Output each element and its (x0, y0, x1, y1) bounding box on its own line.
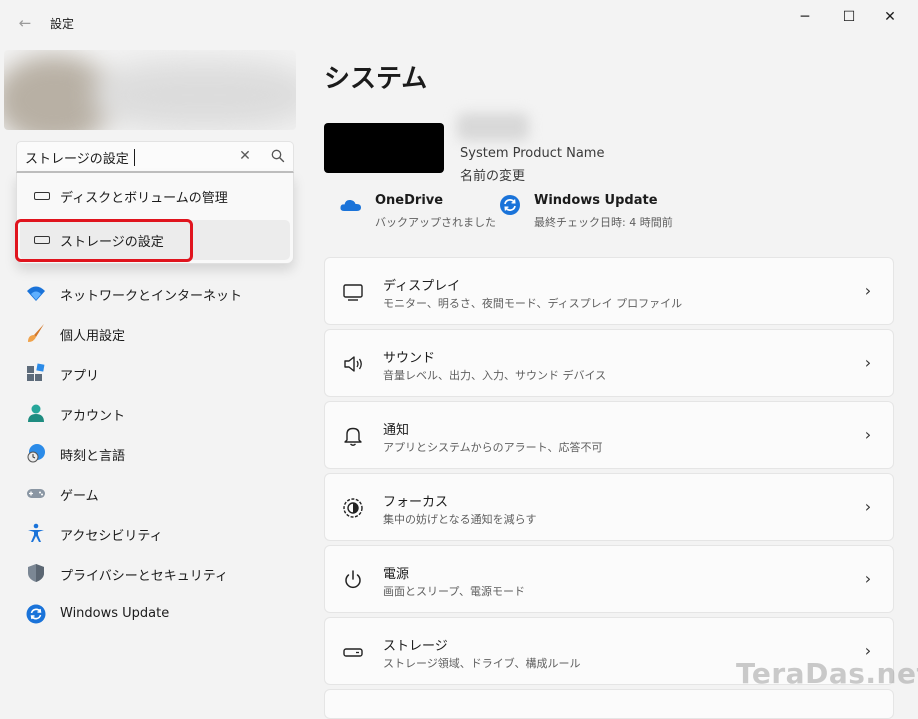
chevron-right-icon: › (864, 353, 872, 372)
clear-search-icon[interactable]: ✕ (236, 147, 254, 165)
sidebar-item-label: 個人用設定 (60, 329, 126, 344)
card-subtitle: ストレージ領域、ドライブ、構成ルール (383, 657, 581, 670)
windows-update-status[interactable]: Windows Update 最終チェック日時: 4 時間前 (498, 191, 688, 231)
window-title: 設定 (50, 17, 75, 31)
text-caret (134, 149, 135, 166)
sidebar-item-label: ネットワークとインターネット (60, 289, 243, 304)
settings-card-display[interactable]: ディスプレイ モニター、明るさ、夜間モード、ディスプレイ プロファイル › (324, 257, 894, 325)
search-icon[interactable] (270, 148, 286, 164)
sidebar-item-accessibility[interactable]: アクセシビリティ (16, 515, 294, 551)
card-title: ストレージ (383, 639, 448, 654)
card-title: ディスプレイ (383, 279, 461, 294)
globe-clock-icon (27, 444, 45, 463)
sidebar-item-windows-update[interactable]: Windows Update (16, 596, 294, 632)
sidebar-item-label: アクセシビリティ (60, 529, 163, 544)
card-subtitle: モニター、明るさ、夜間モード、ディスプレイ プロファイル (383, 297, 683, 310)
sidebar-item-gaming[interactable]: ゲーム (16, 475, 294, 511)
sidebar-item-label: アプリ (60, 369, 100, 384)
storage-icon (343, 648, 363, 657)
maximize-button[interactable]: ☐ (829, 6, 869, 28)
sidebar-item-personalization[interactable]: 個人用設定 (16, 315, 294, 351)
update-icon (500, 195, 520, 215)
accessibility-icon (28, 523, 44, 542)
gamepad-icon (27, 489, 45, 498)
card-subtitle: 集中の妨げとなる通知を減らす (383, 513, 537, 526)
sidebar-item-network[interactable]: ネットワークとインターネット (16, 275, 294, 311)
brush-icon (28, 324, 44, 342)
device-name-blurred (457, 113, 529, 141)
device-image (324, 123, 444, 173)
status-title: OneDrive (375, 193, 444, 208)
sidebar-item-privacy[interactable]: プライバシーとセキュリティ (16, 555, 294, 591)
card-subtitle: 音量レベル、出力、入力、サウンド デバイス (383, 369, 607, 382)
close-button[interactable]: ✕ (870, 6, 910, 28)
status-title: Windows Update (534, 193, 658, 208)
minimize-button[interactable]: ─ (785, 6, 825, 28)
status-subtitle: 最終チェック日時: 4 時間前 (534, 216, 673, 229)
chevron-right-icon: › (864, 569, 872, 588)
chevron-right-icon: › (864, 281, 872, 300)
suggestion-label: ディスクとボリュームの管理 (60, 191, 228, 206)
back-arrow-icon[interactable]: ← (14, 12, 36, 34)
device-product-name: System Product Name (460, 146, 605, 161)
settings-card-partial[interactable] (324, 689, 894, 719)
update-icon (26, 604, 46, 624)
profile-info-blurred (94, 60, 296, 130)
sidebar-item-accounts[interactable]: アカウント (16, 395, 294, 431)
bell-icon (344, 427, 362, 446)
settings-card-focus[interactable]: フォーカス 集中の妨げとなる通知を減らす › (324, 473, 894, 541)
onedrive-status[interactable]: OneDrive バックアップされました (339, 191, 496, 231)
sidebar-item-label: ゲーム (60, 489, 99, 504)
sidebar-item-apps[interactable]: アプリ (16, 355, 294, 391)
settings-card-sound[interactable]: サウンド 音量レベル、出力、入力、サウンド デバイス › (324, 329, 894, 397)
card-title: 通知 (383, 423, 410, 438)
settings-search-box[interactable]: ✕ (16, 141, 294, 173)
rename-link[interactable]: 名前の変更 (460, 165, 525, 184)
shield-icon (28, 564, 44, 582)
card-title: サウンド (383, 351, 436, 366)
chevron-right-icon: › (864, 497, 872, 516)
settings-card-power[interactable]: 電源 画面とスリープ、電源モード › (324, 545, 894, 613)
apps-icon (27, 363, 45, 381)
card-subtitle: アプリとシステムからのアラート、応答不可 (383, 441, 603, 454)
highlight-annotation-box (15, 219, 193, 262)
wifi-icon (27, 286, 45, 301)
title-bar: ← 設定 ─ ☐ ✕ (0, 0, 918, 46)
cloud-icon (340, 199, 361, 211)
suggestion-item-disk-management[interactable]: ディスクとボリュームの管理 (20, 176, 290, 216)
search-input[interactable] (25, 147, 225, 167)
page-title: システム (324, 64, 428, 94)
user-profile-blurred[interactable] (4, 50, 296, 130)
sidebar-item-label: 時刻と言語 (60, 449, 126, 464)
monitor-icon (343, 284, 363, 301)
person-icon (28, 404, 44, 422)
watermark: TeraDas.net (736, 657, 918, 690)
card-subtitle: 画面とスリープ、電源モード (383, 585, 526, 598)
power-icon (345, 570, 361, 589)
status-subtitle: バックアップされました (375, 216, 496, 229)
focus-icon (343, 498, 363, 518)
sidebar-item-time-language[interactable]: 時刻と言語 (16, 435, 294, 471)
chevron-right-icon: › (864, 425, 872, 444)
storage-icon (34, 192, 50, 200)
speaker-icon (344, 356, 362, 372)
sidebar-item-label: Windows Update (60, 606, 170, 621)
card-title: フォーカス (383, 495, 449, 510)
settings-card-notifications[interactable]: 通知 アプリとシステムからのアラート、応答不可 › (324, 401, 894, 469)
sidebar-item-label: アカウント (60, 409, 126, 424)
sidebar-item-label: プライバシーとセキュリティ (60, 569, 228, 584)
card-title: 電源 (383, 567, 410, 582)
